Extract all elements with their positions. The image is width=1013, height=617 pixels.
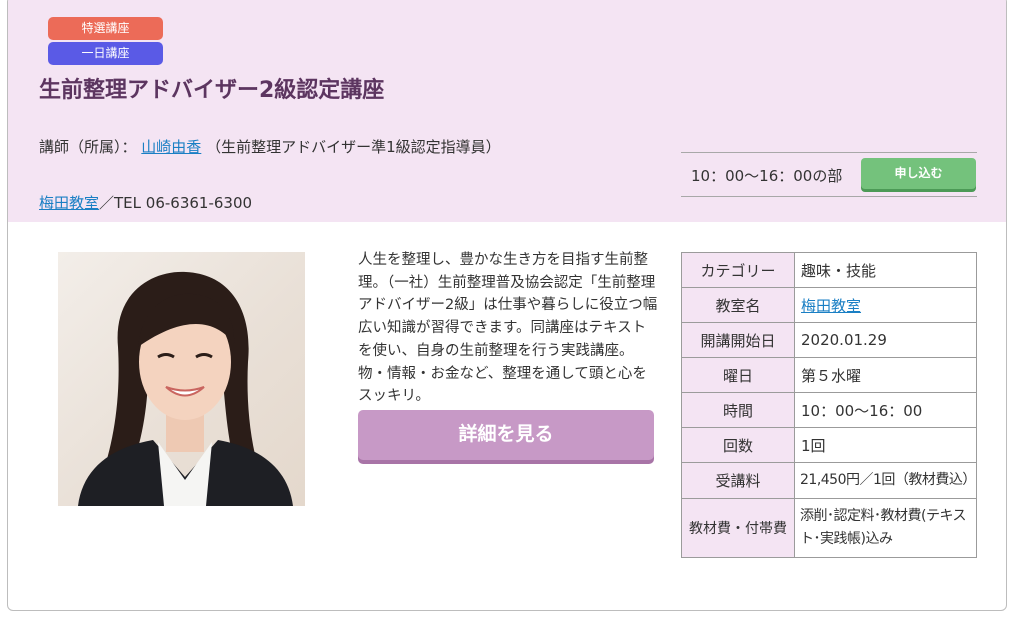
classroom-value: 梅田教室	[794, 287, 977, 323]
course-description: 人生を整理し、豊かな生き方を目指す生前整理。（一社）生前整理普及協会認定「生前整…	[358, 252, 658, 405]
course-header: 特選講座 一日講座 生前整理アドバイザー2級認定講座 講師（所属）： 山崎由香 …	[8, 0, 1006, 222]
special-course-badge: 特選講座	[48, 17, 163, 40]
materials-label: 教材費・付帯費	[681, 498, 795, 558]
info-row-materials: 教材費・付帯費 添削･認定料･教材費(テキスト･実践帳)込み	[681, 498, 977, 558]
time-label: 時間	[681, 392, 795, 428]
view-details-button[interactable]: 詳細を見る	[358, 410, 654, 460]
start-date-value: 2020.01.29	[794, 322, 977, 358]
session-row: 10：00〜16：00の部 申し込む	[681, 152, 977, 197]
classroom-label: 教室名	[681, 287, 795, 323]
category-value: 趣味・技能	[794, 252, 977, 288]
info-row-time: 時間 10：00〜16：00	[681, 392, 977, 428]
time-value: 10：00〜16：00	[794, 392, 977, 428]
instructor-link[interactable]: 山崎由香	[141, 138, 201, 156]
apply-button[interactable]: 申し込む	[861, 158, 976, 189]
course-card: 特選講座 一日講座 生前整理アドバイザー2級認定講座 講師（所属）： 山崎由香 …	[7, 0, 1007, 611]
instructor-label: 講師（所属）：	[39, 138, 137, 156]
classroom-link[interactable]: 梅田教室	[39, 194, 99, 212]
classroom-table-link[interactable]: 梅田教室	[801, 297, 861, 315]
info-row-count: 回数 1回	[681, 427, 977, 463]
materials-value: 添削･認定料･教材費(テキスト･実践帳)込み	[794, 498, 977, 558]
count-label: 回数	[681, 427, 795, 463]
instructor-info: 講師（所属）： 山崎由香 （生前整理アドバイザー準1級認定指導員）	[39, 135, 519, 159]
course-info-table: カテゴリー 趣味・技能 教室名 梅田教室 開講開始日 2020.01.29 曜日…	[681, 252, 977, 558]
info-row-classroom: 教室名 梅田教室	[681, 287, 977, 323]
weekday-value: 第５水曜	[794, 357, 977, 393]
info-row-start-date: 開講開始日 2020.01.29	[681, 322, 977, 358]
info-row-fee: 受講料 21,450円／1回（教材費込）	[681, 462, 977, 499]
fee-label: 受講料	[681, 462, 795, 499]
start-date-label: 開講開始日	[681, 322, 795, 358]
classroom-tel: ／TEL 06-6361-6300	[99, 194, 253, 212]
weekday-label: 曜日	[681, 357, 795, 393]
info-row-weekday: 曜日 第５水曜	[681, 357, 977, 393]
instructor-affiliation: （生前整理アドバイザー準1級認定指導員）	[206, 138, 501, 156]
instructor-photo	[58, 252, 305, 506]
session-time: 10：00〜16：00の部	[691, 167, 843, 185]
one-day-course-badge: 一日講座	[48, 42, 163, 65]
info-row-category: カテゴリー 趣味・技能	[681, 252, 977, 288]
count-value: 1回	[794, 427, 977, 463]
category-label: カテゴリー	[681, 252, 795, 288]
instructor-portrait-image	[78, 271, 293, 506]
classroom-info: 梅田教室／TEL 06-6361-6300	[39, 191, 252, 215]
fee-value: 21,450円／1回（教材費込）	[794, 462, 977, 499]
course-title: 生前整理アドバイザー2級認定講座	[39, 78, 385, 103]
